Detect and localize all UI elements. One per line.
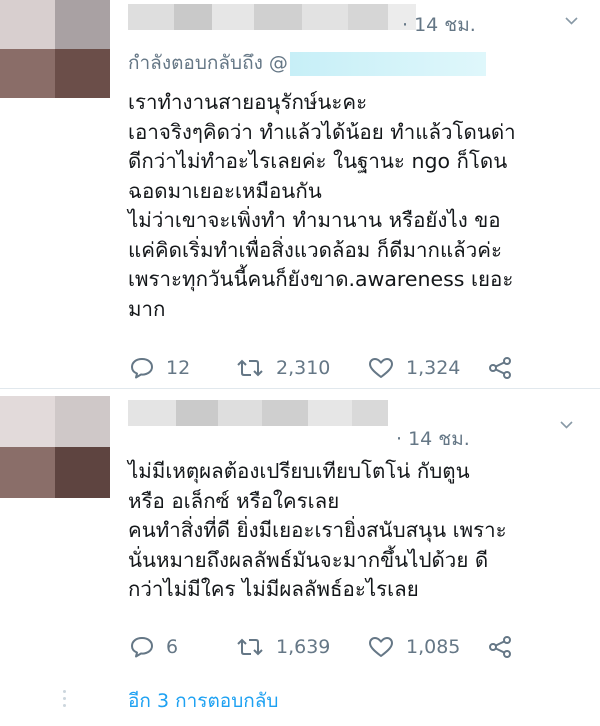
reply-icon [131, 637, 153, 658]
reply-count: 12 [166, 357, 191, 379]
share-button[interactable] [488, 636, 512, 658]
retweet-icon [237, 638, 263, 656]
retweet-button[interactable]: 1,639 [236, 636, 368, 658]
tweet-line: เราทำงานสายอนุรักษ์นะคะ [128, 90, 368, 114]
thread-dots [63, 690, 67, 711]
replying-to-label: กำลังตอบกลับถึง @ [128, 52, 288, 74]
tweet-line: กว่าไม่มีใคร ไม่มีผลลัพธ์อะไรเลย [128, 577, 419, 601]
tweet-line: แค่คิดเริ่มทำเพื่อสิ่งแวดล้อม ก็ดีมากแล้… [128, 237, 502, 262]
share-icon [489, 357, 511, 379]
share-button[interactable] [488, 357, 512, 379]
reply-button[interactable]: 6 [130, 636, 236, 658]
tweet-text: ไม่มีเหตุผลต้องเปรียบเทียบโตโน่ กับตูน ห… [128, 457, 507, 605]
tweet-timestamp[interactable]: · 14 ชม. [396, 424, 470, 454]
tweet-line: นั่นหมายถึงผลลัพธ์มันจะมากขึ้นไปด้วย ดี [128, 547, 489, 572]
like-count: 1,324 [406, 357, 461, 379]
tweet-text: เราทำงานสายอนุรักษ์นะคะ เอาจริงๆคิดว่า ท… [128, 88, 516, 324]
tweet-line: หรือ อเล็กซ์ หรือใครเลย [128, 488, 340, 513]
like-button[interactable]: 1,085 [368, 636, 488, 658]
share-icon [489, 636, 511, 658]
tweet-line: ไม่ว่าเขาจะเพิ่งทำ ทำมานาน หรือยังไง ขอ [128, 208, 501, 232]
tweet-line: เพราะทุกวันนี้คนก็ยังขาด.awareness เยอะ [128, 267, 514, 291]
tweet-line: เอาจริงๆคิดว่า ทำแล้วได้น้อย ทำแล้วโดนด่… [128, 119, 516, 144]
tweet-actions: 6 1,639 1,085 [130, 636, 512, 658]
username-blurred[interactable] [128, 4, 416, 30]
like-count: 1,085 [406, 636, 461, 658]
retweet-button[interactable]: 2,310 [236, 357, 368, 379]
avatar-blurred[interactable] [0, 0, 110, 98]
retweet-count: 2,310 [276, 357, 331, 379]
tweet-actions: 12 2,310 1,324 [130, 357, 512, 379]
heart-icon [369, 637, 393, 657]
tweet-line: คนทำสิ่งที่ดี ยิ่งมีเยอะเรายิ่งสนับสนุน … [128, 518, 507, 542]
replying-to: กำลังตอบกลับถึง @ [128, 48, 486, 78]
tweet-line: ฉอดมาเยอะเหมือนกัน [128, 178, 322, 203]
tweet-2[interactable]: ไม่มีเหตุผลต้องเปรียบเทียบโตโน่ กับตูน ห… [0, 388, 600, 678]
retweet-count: 1,639 [276, 636, 331, 658]
heart-icon [369, 358, 393, 378]
chevron-down-icon[interactable] [565, 14, 578, 27]
chevron-down-icon[interactable] [560, 418, 573, 431]
like-button[interactable]: 1,324 [368, 357, 488, 379]
mention-blurred[interactable] [289, 51, 486, 76]
reply-button[interactable]: 12 [130, 357, 236, 379]
reply-icon [131, 358, 153, 379]
tweet-line: ดีกว่าไม่ทำอะไรเลยค่ะ ในฐานะ ngo ก็โดน [128, 149, 508, 173]
username-blurred[interactable] [128, 400, 388, 426]
more-replies-link[interactable]: อีก 3 การตอบกลับ [128, 686, 278, 716]
reply-count: 6 [166, 636, 179, 658]
tweet-line: ไม่มีเหตุผลต้องเปรียบเทียบโตโน่ กับตูน [128, 459, 470, 483]
tweet-1[interactable]: · 14 ชม. กำลังตอบกลับถึง @ เราทำงานสายอน… [0, 0, 600, 388]
avatar-blurred[interactable] [0, 396, 110, 498]
tweet-timestamp[interactable]: · 14 ชม. [402, 10, 476, 40]
tweet-line: มาก [128, 296, 166, 321]
retweet-icon [237, 359, 263, 377]
